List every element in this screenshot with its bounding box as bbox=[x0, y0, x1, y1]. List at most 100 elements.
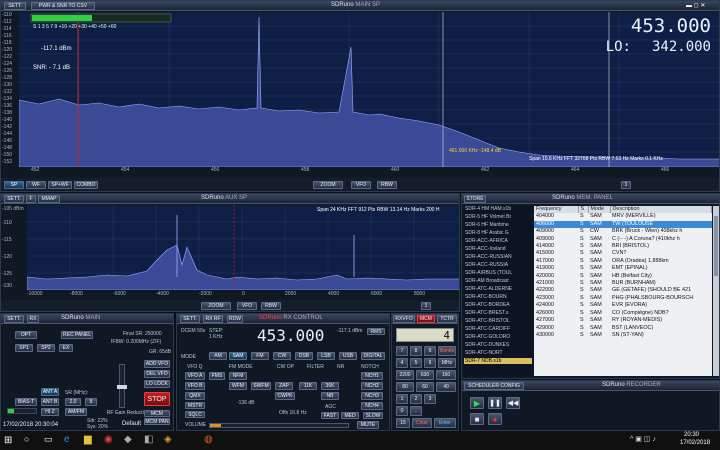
opt-button[interactable]: OPT bbox=[15, 331, 37, 339]
mode-cw[interactable]: CW bbox=[273, 352, 291, 360]
table-row[interactable]: 417000 S SAM ORA (Oradea) 1,888km bbox=[534, 258, 712, 265]
table-row[interactable]: 424000 S SAM EVR (EVORA) bbox=[534, 302, 712, 309]
mode-sam[interactable]: SAM bbox=[229, 352, 247, 360]
band-2200[interactable]: 2200 bbox=[396, 370, 414, 380]
mstr-button[interactable]: MSTR bbox=[185, 402, 205, 409]
window-controls[interactable]: ▬ ◻ ✕ bbox=[686, 2, 716, 10]
clear-button[interactable]: Clear bbox=[412, 418, 432, 428]
mode-fm[interactable]: FM bbox=[251, 352, 269, 360]
list-item[interactable]: SDR-ATC-BRISTOL bbox=[465, 318, 510, 324]
stop-button[interactable]: STOP bbox=[144, 392, 170, 406]
task-view-icon[interactable]: ▭ bbox=[44, 434, 56, 446]
table-row[interactable]: 404000 S SAM MRV (MERVILLE) bbox=[534, 213, 712, 220]
list-item[interactable]: SDR-ACC-Iceland bbox=[465, 246, 506, 252]
key-4[interactable]: 4 bbox=[396, 358, 408, 368]
decimation-select[interactable]: 8 bbox=[85, 398, 97, 406]
wf-button[interactable]: WF bbox=[26, 181, 46, 189]
pwr-snr-csv-button[interactable]: PWR & SNR TO CSV bbox=[31, 2, 95, 10]
hiz-button[interactable]: HI Z bbox=[41, 408, 59, 416]
nch2-button[interactable]: NCH2 bbox=[361, 382, 383, 390]
ant-b-button[interactable]: ANT B bbox=[41, 398, 59, 406]
play-button[interactable]: ▶ bbox=[470, 397, 484, 409]
list-item[interactable]: SDR-6 HF Maritime bbox=[465, 222, 509, 228]
mhz-button[interactable]: MHz bbox=[438, 358, 456, 368]
filter-11k-button[interactable]: 11K bbox=[299, 382, 317, 390]
agc-med-button[interactable]: MED bbox=[341, 412, 359, 419]
list-item[interactable]: SDR-8 HF Arabic G bbox=[465, 230, 509, 236]
clock-date[interactable]: 17/02/2018 bbox=[680, 440, 710, 446]
volume-slider[interactable] bbox=[209, 423, 349, 428]
aux-spectrum-plot[interactable]: Span 24 KHz FFT 912 Pts RBW 13.14 Hz Mar… bbox=[27, 205, 459, 290]
mode-digital[interactable]: DIGITAL bbox=[361, 352, 385, 360]
mcm-tab[interactable]: MCM bbox=[417, 315, 435, 323]
vfo-button[interactable]: VFO bbox=[351, 181, 371, 189]
aux-rbw-button[interactable]: RBW bbox=[261, 302, 281, 310]
list-item[interactable]: SDR-ATC-NORT bbox=[465, 350, 503, 356]
vfo-a-button[interactable]: VFO A bbox=[185, 372, 205, 380]
list-item[interactable]: SDR-5 HF Volmet Br bbox=[465, 214, 511, 220]
key-6[interactable]: 6 bbox=[424, 358, 436, 368]
mode-dsb[interactable]: DSB bbox=[295, 352, 313, 360]
table-row[interactable]: 415000 S SAM CVN? bbox=[534, 250, 712, 257]
table-row[interactable]: 406000 S SAM TW (TOULOUSE bbox=[534, 220, 712, 229]
table-row[interactable]: 427000 S SAM RY (ROYAN-MEDIS) bbox=[534, 317, 712, 324]
table-row[interactable]: 423000 S SAM PHG (PHALSBOURG-BOURSCH bbox=[534, 295, 712, 302]
scheduler-config-button[interactable]: SCHEDULER CONFIG bbox=[464, 382, 524, 390]
mute-button[interactable]: MUTE bbox=[357, 421, 379, 429]
file-explorer-icon[interactable]: ▆ bbox=[84, 434, 96, 446]
table-row[interactable]: 429000 S SAM BST (LANVEOC) bbox=[534, 325, 712, 332]
nch1-button[interactable]: NCH1 bbox=[361, 372, 383, 380]
table-row[interactable]: 420000 S SAM HB (Belfast City) bbox=[534, 273, 712, 280]
zap-button[interactable]: ZAP bbox=[275, 382, 293, 390]
list-item[interactable]: SDR-ATC-BREST.s bbox=[465, 310, 509, 316]
mcm-pan-button[interactable]: MCM PAN bbox=[144, 418, 170, 425]
record-button[interactable]: ● bbox=[488, 413, 502, 425]
key-5[interactable]: 5 bbox=[410, 358, 422, 368]
list-item[interactable]: SDR-ACC-AFRICA bbox=[465, 238, 508, 244]
list-item[interactable]: SDR-ACC-RUSSIAN bbox=[465, 254, 512, 260]
chrome-icon[interactable]: ◉ bbox=[104, 434, 116, 446]
bias-t-button[interactable]: BIAS-T bbox=[15, 398, 37, 406]
pause-button[interactable]: ❚❚ bbox=[488, 397, 502, 409]
spwf-button[interactable]: SP+WF bbox=[48, 181, 72, 189]
sqlc-button[interactable]: SQLC bbox=[185, 411, 205, 418]
mode-lsb[interactable]: LSB bbox=[317, 352, 335, 360]
tctr-button[interactable]: TCTR bbox=[437, 315, 457, 323]
list-item[interactable]: SDR-ACC-RUSSIA bbox=[465, 262, 508, 268]
list-item[interactable]: SDR-ATC-ALDERNE bbox=[465, 286, 512, 292]
rx-sett-button[interactable]: SETT. bbox=[180, 315, 200, 323]
wfm-button[interactable]: WFM bbox=[229, 382, 247, 390]
key-8[interactable]: 8 bbox=[410, 346, 422, 356]
mode-am[interactable]: AM bbox=[209, 352, 227, 360]
combo-button[interactable]: COMBO bbox=[74, 181, 98, 189]
ex-button[interactable]: EX bbox=[59, 344, 73, 352]
list-item[interactable]: SDR-4 HM HAM.s1b bbox=[465, 206, 511, 212]
rxrf-button[interactable]: RX RF bbox=[203, 315, 223, 323]
band-60[interactable]: 60 bbox=[416, 382, 434, 392]
main-sp-sett-button[interactable]: SETT. bbox=[4, 2, 26, 10]
key-dot[interactable]: . bbox=[410, 406, 422, 416]
swfm-button[interactable]: SWFM bbox=[251, 382, 271, 390]
col-header[interactable]: Frequency bbox=[534, 206, 579, 214]
key-1[interactable]: 1 bbox=[396, 394, 408, 404]
sr-select[interactable]: 2.0 bbox=[65, 398, 81, 406]
enter-button[interactable]: Enter bbox=[434, 418, 456, 428]
list-item[interactable]: SDR-AM Broadcast bbox=[465, 278, 509, 284]
nch4-button[interactable]: NCH4 bbox=[361, 402, 383, 410]
mcm-button[interactable]: MCM bbox=[144, 410, 170, 417]
table-row[interactable]: 426000 S SAM CO (Compiègne) NDB? bbox=[534, 310, 712, 317]
table-row[interactable]: 422000 S SAM GE (GETAFE) (SHOULD BE 421 bbox=[534, 287, 712, 294]
tray-icons[interactable]: ^ ▣ ◫ ♪ bbox=[630, 435, 680, 445]
col-header[interactable]: Mode bbox=[588, 206, 611, 214]
key-2[interactable]: 2 bbox=[410, 394, 422, 404]
ant-a-button[interactable]: ANT A bbox=[41, 388, 59, 396]
start-icon[interactable]: ⊞ bbox=[4, 435, 15, 446]
key-7[interactable]: 7 bbox=[396, 346, 408, 356]
store-button[interactable]: STORE bbox=[464, 195, 486, 203]
rx-frequency[interactable]: 453.000 bbox=[257, 326, 324, 345]
table-row[interactable]: 414000 S SAM BRI (BRISTOL) bbox=[534, 243, 712, 250]
rxvfo-button[interactable]: RXVFO bbox=[393, 315, 415, 323]
key-9[interactable]: 9 bbox=[424, 346, 436, 356]
rdw-button[interactable]: RDW bbox=[227, 315, 243, 323]
am-fm-button[interactable]: AM/FM bbox=[65, 408, 87, 416]
